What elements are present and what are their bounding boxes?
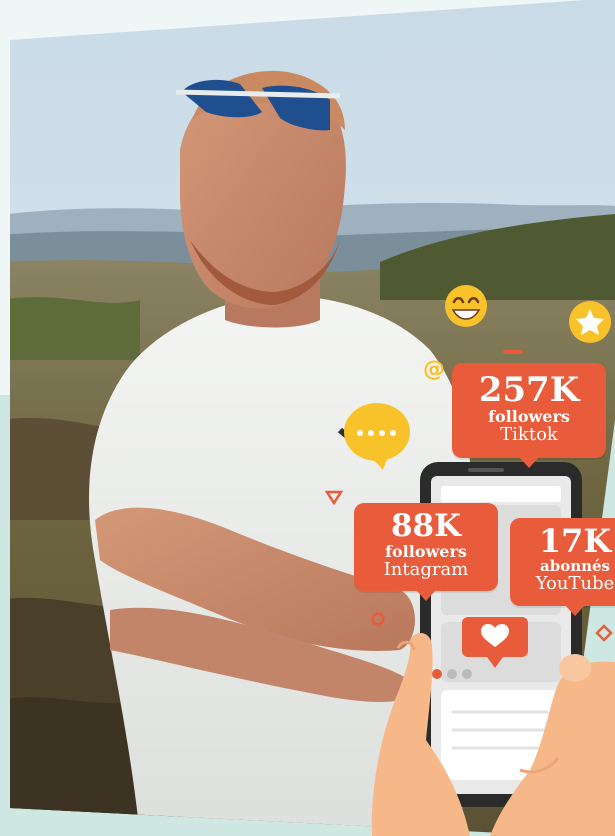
dash-decoration	[503, 350, 523, 354]
tiktok-unit-label: followers	[488, 407, 570, 426]
youtube-unit-label: abonnés	[539, 557, 610, 575]
tiktok-network-label: Tiktok	[500, 424, 558, 445]
instagram-follower-count: 88K	[390, 508, 462, 544]
tiktok-follower-count: 257K	[478, 370, 580, 410]
diamond-icon	[595, 624, 613, 642]
svg-text:@: @	[423, 357, 445, 382]
circle-icon	[371, 612, 385, 626]
star-icon	[569, 301, 611, 343]
instagram-network-label: Intagram	[383, 559, 469, 580]
instagram-stat-bubble: 88K followers Intagram	[354, 503, 498, 601]
triangle-icon	[324, 490, 344, 506]
chat-bubble-icon	[344, 403, 410, 470]
smiley-emoji-icon	[445, 285, 487, 327]
instagram-unit-label: followers	[385, 542, 467, 561]
at-sign-icon: @	[423, 357, 445, 382]
youtube-stat-bubble: 17K abonnés YouTube	[510, 518, 615, 616]
youtube-network-label: YouTube	[535, 573, 615, 594]
youtube-subscriber-count: 17K	[538, 522, 612, 560]
tiktok-stat-bubble: 257K followers Tiktok	[452, 363, 606, 468]
